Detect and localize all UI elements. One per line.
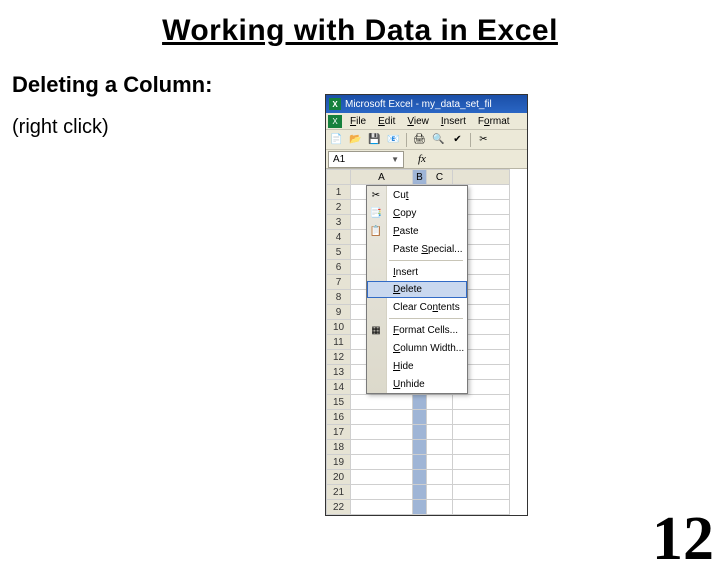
formula-bar: A1 ▼ fx — [326, 150, 527, 169]
ctx-insert[interactable]: Insert — [367, 263, 467, 281]
row-header[interactable]: 12 — [327, 350, 351, 365]
ctx-hide-label: Hide — [393, 361, 414, 372]
fx-label[interactable]: fx — [418, 153, 426, 165]
row-header[interactable]: 5 — [327, 245, 351, 260]
menubar: X File Edit View Insert Format — [326, 113, 527, 130]
toolbar-separator — [406, 133, 407, 147]
print-icon[interactable]: 🖨 — [412, 132, 427, 147]
ctx-cut-label: Cut — [393, 190, 409, 201]
copy-icon: 📑 — [369, 206, 383, 220]
row-header[interactable]: 19 — [327, 455, 351, 470]
name-box[interactable]: A1 ▼ — [328, 151, 404, 168]
menu-file[interactable]: File — [344, 116, 372, 127]
row-header[interactable]: 17 — [327, 425, 351, 440]
menu-view[interactable]: View — [401, 116, 435, 127]
menu-insert[interactable]: Insert — [435, 116, 472, 127]
excel-app-icon: X — [329, 98, 341, 110]
cut-icon: ✂ — [369, 188, 383, 202]
row-header[interactable]: 3 — [327, 215, 351, 230]
row-header[interactable]: 10 — [327, 320, 351, 335]
toolbar: 📄 📂 💾 📧 🖨 🔍 ✔ ✂ — [326, 130, 527, 150]
ctx-cut[interactable]: ✂ Cut — [367, 186, 467, 204]
slide-title: Working with Data in Excel — [0, 14, 720, 48]
row-header[interactable]: 2 — [327, 200, 351, 215]
ctx-hide[interactable]: Hide — [367, 357, 467, 375]
ctx-paste-special-label: Paste Special... — [393, 244, 463, 255]
ctx-delete-highlighted[interactable]: Delete — [367, 281, 467, 298]
row-header[interactable]: 7 — [327, 275, 351, 290]
save-icon[interactable]: 💾 — [367, 132, 382, 147]
excel-screenshot: X Microsoft Excel - my_data_set_fil X Fi… — [325, 94, 528, 516]
row-header[interactable]: 16 — [327, 410, 351, 425]
print-preview-icon[interactable]: 🔍 — [431, 132, 446, 147]
name-box-value: A1 — [333, 154, 345, 165]
menu-edit[interactable]: Edit — [372, 116, 401, 127]
ctx-separator-2 — [389, 318, 463, 319]
row-header[interactable]: 9 — [327, 305, 351, 320]
ctx-unhide[interactable]: Unhide — [367, 375, 467, 393]
row-header[interactable]: 21 — [327, 485, 351, 500]
paste-icon: 📋 — [369, 224, 383, 238]
ctx-paste[interactable]: 📋 Paste — [367, 222, 467, 240]
row-header[interactable]: 18 — [327, 440, 351, 455]
window-title-text: Microsoft Excel - my_data_set_fil — [345, 99, 492, 110]
menu-format[interactable]: Format — [472, 116, 516, 127]
ctx-insert-label: Insert — [393, 267, 418, 278]
workbook-control-icon[interactable]: X — [328, 115, 342, 128]
row-header[interactable]: 1 — [327, 185, 351, 200]
column-header-a[interactable]: A — [351, 170, 413, 185]
row-header[interactable]: 8 — [327, 290, 351, 305]
email-icon[interactable]: 📧 — [386, 132, 401, 147]
ctx-format-cells[interactable]: ▦ Format Cells... — [367, 321, 467, 339]
window-titlebar: X Microsoft Excel - my_data_set_fil — [326, 95, 527, 113]
column-header-d[interactable] — [453, 170, 510, 185]
cut-icon[interactable]: ✂ — [476, 132, 491, 147]
ctx-copy-label: Copy — [393, 208, 416, 219]
column-header-b-selected[interactable]: B — [413, 170, 427, 185]
chevron-down-icon[interactable]: ▼ — [391, 155, 399, 164]
ctx-column-width-label: Column Width... — [393, 343, 464, 354]
spreadsheet-grid: A B C 1 22 39 43 5 6 7 8 9 10 11 12 13 1… — [326, 169, 527, 515]
spelling-icon[interactable]: ✔ — [450, 132, 465, 147]
row-header[interactable]: 11 — [327, 335, 351, 350]
row-header[interactable]: 14 — [327, 380, 351, 395]
ctx-column-width[interactable]: Column Width... — [367, 339, 467, 357]
ctx-copy[interactable]: 📑 Copy — [367, 204, 467, 222]
row-header[interactable]: 4 — [327, 230, 351, 245]
new-icon[interactable]: 📄 — [329, 132, 344, 147]
row-header[interactable]: 22 — [327, 500, 351, 515]
row-header[interactable]: 13 — [327, 365, 351, 380]
format-cells-icon: ▦ — [369, 323, 383, 337]
toolbar-separator-2 — [470, 133, 471, 147]
column-header-c[interactable]: C — [427, 170, 453, 185]
ctx-paste-label: Paste — [393, 226, 419, 237]
ctx-clear-contents-label: Clear Contents — [393, 302, 460, 313]
ctx-clear-contents[interactable]: Clear Contents — [367, 298, 467, 316]
row-header[interactable]: 6 — [327, 260, 351, 275]
ctx-paste-special[interactable]: Paste Special... — [367, 240, 467, 258]
ctx-unhide-label: Unhide — [393, 379, 425, 390]
page-number: 12 — [652, 508, 714, 570]
open-icon[interactable]: 📂 — [348, 132, 363, 147]
ctx-delete-label: Delete — [393, 284, 422, 295]
ctx-format-cells-label: Format Cells... — [393, 325, 458, 336]
row-header[interactable]: 15 — [327, 395, 351, 410]
select-all-corner[interactable] — [327, 170, 351, 185]
row-header[interactable]: 20 — [327, 470, 351, 485]
context-menu: ✂ Cut 📑 Copy 📋 Paste Paste Special... In… — [366, 185, 468, 394]
ctx-separator — [389, 260, 463, 261]
